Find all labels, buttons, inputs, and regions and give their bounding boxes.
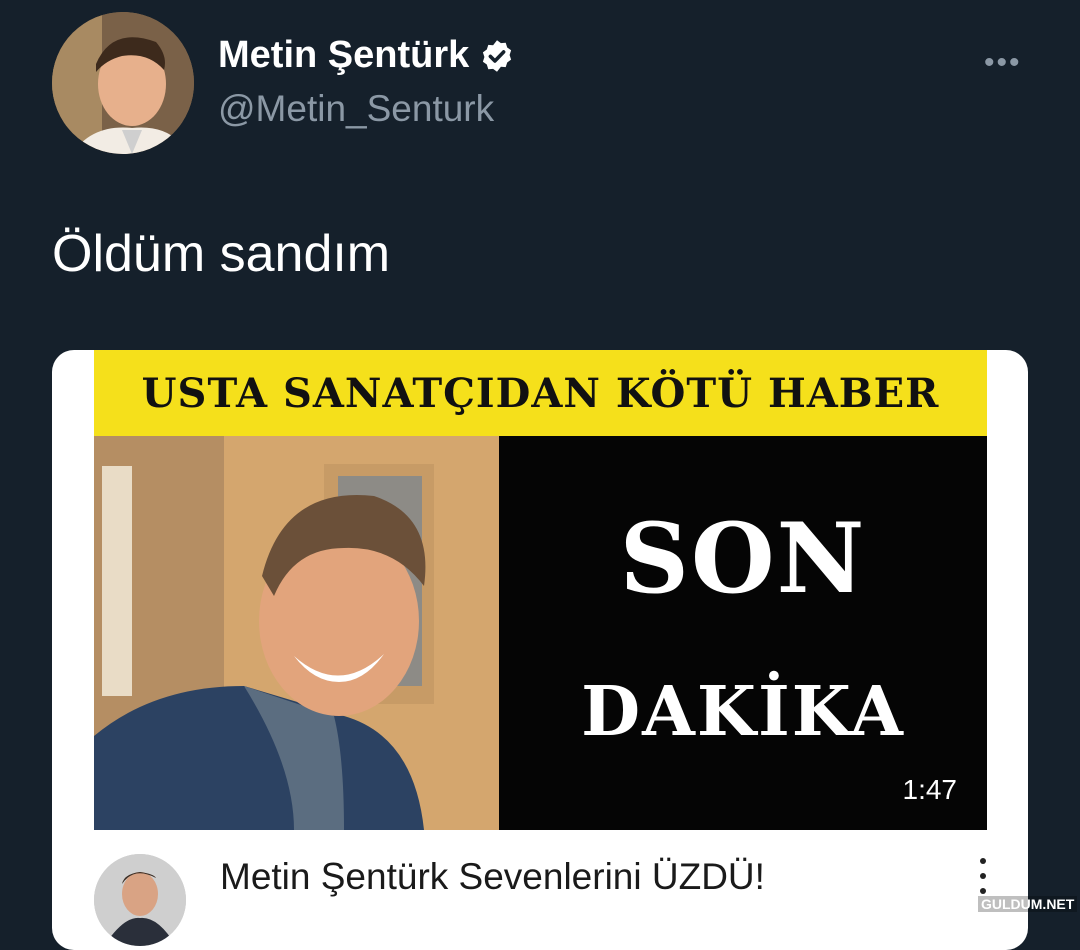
- thumbnail-photo: [94, 436, 499, 830]
- video-title[interactable]: Metin Şentürk Sevenlerini ÜZDÜ!: [220, 856, 765, 898]
- thumbnail-headline-panel: SON DAKİKA 1:47: [499, 436, 987, 830]
- verified-badge-icon: [483, 39, 512, 72]
- channel-avatar[interactable]: [94, 854, 186, 946]
- channel-photo: [94, 854, 186, 946]
- video-thumbnail[interactable]: USTA SANATÇIDAN KÖTÜ HABER SON DAKİKA 1:…: [94, 350, 987, 830]
- user-handle[interactable]: @Metin_Senturk: [218, 88, 494, 130]
- headline-dakika: DAKİKA: [581, 672, 905, 752]
- profile-photo: [52, 12, 194, 154]
- video-menu-icon[interactable]: [976, 858, 990, 900]
- video-card[interactable]: USTA SANATÇIDAN KÖTÜ HABER SON DAKİKA 1:…: [52, 350, 1028, 950]
- headline-son: SON: [619, 502, 867, 615]
- tweet-text: Öldüm sandım: [52, 225, 391, 283]
- video-duration: 1:47: [902, 774, 958, 805]
- more-options-icon[interactable]: •••: [984, 46, 1022, 80]
- watermark: GULDUM.NET: [978, 896, 1078, 912]
- display-name[interactable]: Metin Şentürk: [218, 34, 469, 77]
- name-row: Metin Şentürk: [218, 34, 515, 77]
- profile-avatar[interactable]: [52, 12, 194, 154]
- thumbnail-banner: USTA SANATÇIDAN KÖTÜ HABER: [94, 350, 987, 436]
